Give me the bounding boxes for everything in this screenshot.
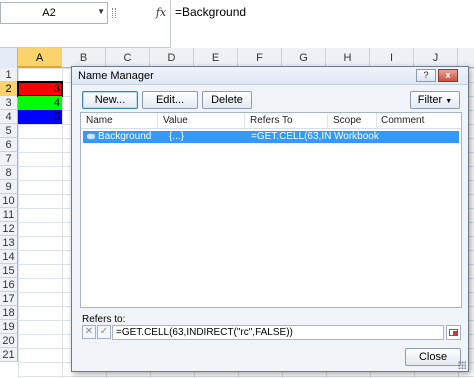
column-separator[interactable] [244, 113, 245, 129]
row-header[interactable]: 9 [0, 180, 18, 194]
row-header[interactable]: 21 [0, 348, 18, 362]
delete-button[interactable]: Delete [202, 91, 252, 109]
column-header-name[interactable]: Name [86, 115, 113, 126]
row-header[interactable]: 11 [0, 208, 18, 222]
dialog-titlebar[interactable]: Name Manager ? x [72, 67, 468, 85]
names-list[interactable]: Name Value Refers To Scope Comment Backg… [80, 112, 462, 308]
list-item-name: Background [98, 131, 152, 142]
cell-a4[interactable]: 5 [18, 110, 62, 124]
row-header[interactable]: 6 [0, 138, 18, 152]
cell-a2[interactable]: 3 [17, 81, 63, 97]
delete-button-label: Delete [211, 94, 243, 106]
row-header[interactable]: 2 [0, 82, 18, 96]
refers-to-row: ✕ ✓ =GET.CELL(63,INDIRECT("rc",FALSE)) [80, 325, 462, 341]
row-header[interactable]: 20 [0, 334, 18, 348]
row-header[interactable]: 19 [0, 320, 18, 334]
row-header[interactable]: 18 [0, 306, 18, 320]
chevron-down-icon[interactable]: ▼ [97, 7, 105, 16]
cancel-formula-icon[interactable] [128, 4, 146, 22]
close-x-button[interactable]: x [438, 69, 458, 82]
column-header-comment[interactable]: Comment [381, 115, 424, 126]
row-header[interactable]: 8 [0, 166, 18, 180]
row-header[interactable]: 5 [0, 124, 18, 138]
list-header: Name Value Refers To Scope Comment [81, 113, 461, 129]
column-header-scope[interactable]: Scope [333, 115, 361, 126]
column-separator[interactable] [376, 113, 377, 129]
list-item-value: {...} [169, 131, 185, 142]
new-button-label: New... [94, 94, 126, 106]
column-header[interactable]: I [370, 48, 414, 68]
chevron-down-icon: ▼ [445, 98, 453, 105]
resize-grip-icon[interactable] [458, 361, 466, 369]
cell-a3[interactable]: 4 [18, 96, 62, 110]
column-header[interactable]: H [326, 48, 370, 68]
edit-button[interactable]: Edit... [142, 91, 198, 109]
defined-name-icon [86, 133, 96, 140]
column-header[interactable]: D [150, 48, 194, 68]
column-header-value[interactable]: Value [163, 115, 188, 126]
help-button[interactable]: ? [416, 69, 436, 82]
column-header-refers-to[interactable]: Refers To [250, 115, 293, 126]
cancel-edit-icon[interactable]: ✕ [82, 325, 96, 339]
column-separator[interactable] [157, 113, 158, 129]
row-header[interactable]: 14 [0, 250, 18, 264]
row-header[interactable]: 10 [0, 194, 18, 208]
row-header[interactable]: 16 [0, 278, 18, 292]
list-item-refers-to: =GET.CELL(63,INDI... [251, 131, 331, 142]
refers-to-label: Refers to: [82, 314, 126, 325]
column-header[interactable]: B [62, 48, 106, 68]
filter-button[interactable]: Filter ▼ [410, 91, 460, 109]
column-header[interactable]: A [18, 48, 62, 68]
row-header[interactable]: 17 [0, 292, 18, 306]
refers-to-input[interactable]: =GET.CELL(63,INDIRECT("rc",FALSE)) [112, 325, 444, 340]
row-header[interactable]: 3 [0, 96, 18, 110]
name-manager-dialog: Name Manager ? x New... Edit... Delete F… [71, 66, 469, 372]
filter-button-label: Filter [417, 94, 443, 106]
edit-button-label: Edit... [155, 94, 185, 106]
column-header[interactable]: J [414, 48, 458, 68]
list-item[interactable]: Background {...} =GET.CELL(63,INDI... Wo… [83, 131, 459, 143]
row-header[interactable]: 7 [0, 152, 18, 166]
name-box[interactable]: A2 ▼ [0, 2, 108, 24]
column-header[interactable]: F [238, 48, 282, 68]
row-header[interactable]: 4 [0, 110, 18, 124]
column-header[interactable]: E [194, 48, 238, 68]
close-button[interactable]: Close [405, 348, 461, 366]
range-select-arrow-icon [453, 331, 458, 336]
row-header[interactable]: 15 [0, 264, 18, 278]
column-separator[interactable] [327, 113, 328, 129]
row-header[interactable]: 12 [0, 222, 18, 236]
formula-input[interactable]: =Background [170, 0, 474, 48]
dialog-title: Name Manager [78, 70, 154, 82]
name-box-value: A2 [42, 7, 56, 19]
row-header[interactable]: 13 [0, 236, 18, 250]
column-header[interactable]: G [282, 48, 326, 68]
row-header[interactable]: 1 [0, 68, 18, 82]
collapse-dialog-button[interactable] [446, 325, 461, 340]
formula-text: =Background [175, 5, 247, 19]
formula-bar-grip-icon[interactable] [112, 8, 116, 18]
confirm-edit-icon[interactable]: ✓ [97, 325, 111, 339]
formula-bar: A2 ▼ fx =Background [0, 0, 474, 48]
insert-function-icon[interactable]: fx [152, 4, 170, 22]
new-button[interactable]: New... [82, 91, 138, 109]
close-button-label: Close [418, 351, 448, 363]
select-all-corner[interactable] [0, 48, 18, 68]
column-header[interactable]: C [106, 48, 150, 68]
list-item-scope: Workbook [334, 131, 379, 142]
